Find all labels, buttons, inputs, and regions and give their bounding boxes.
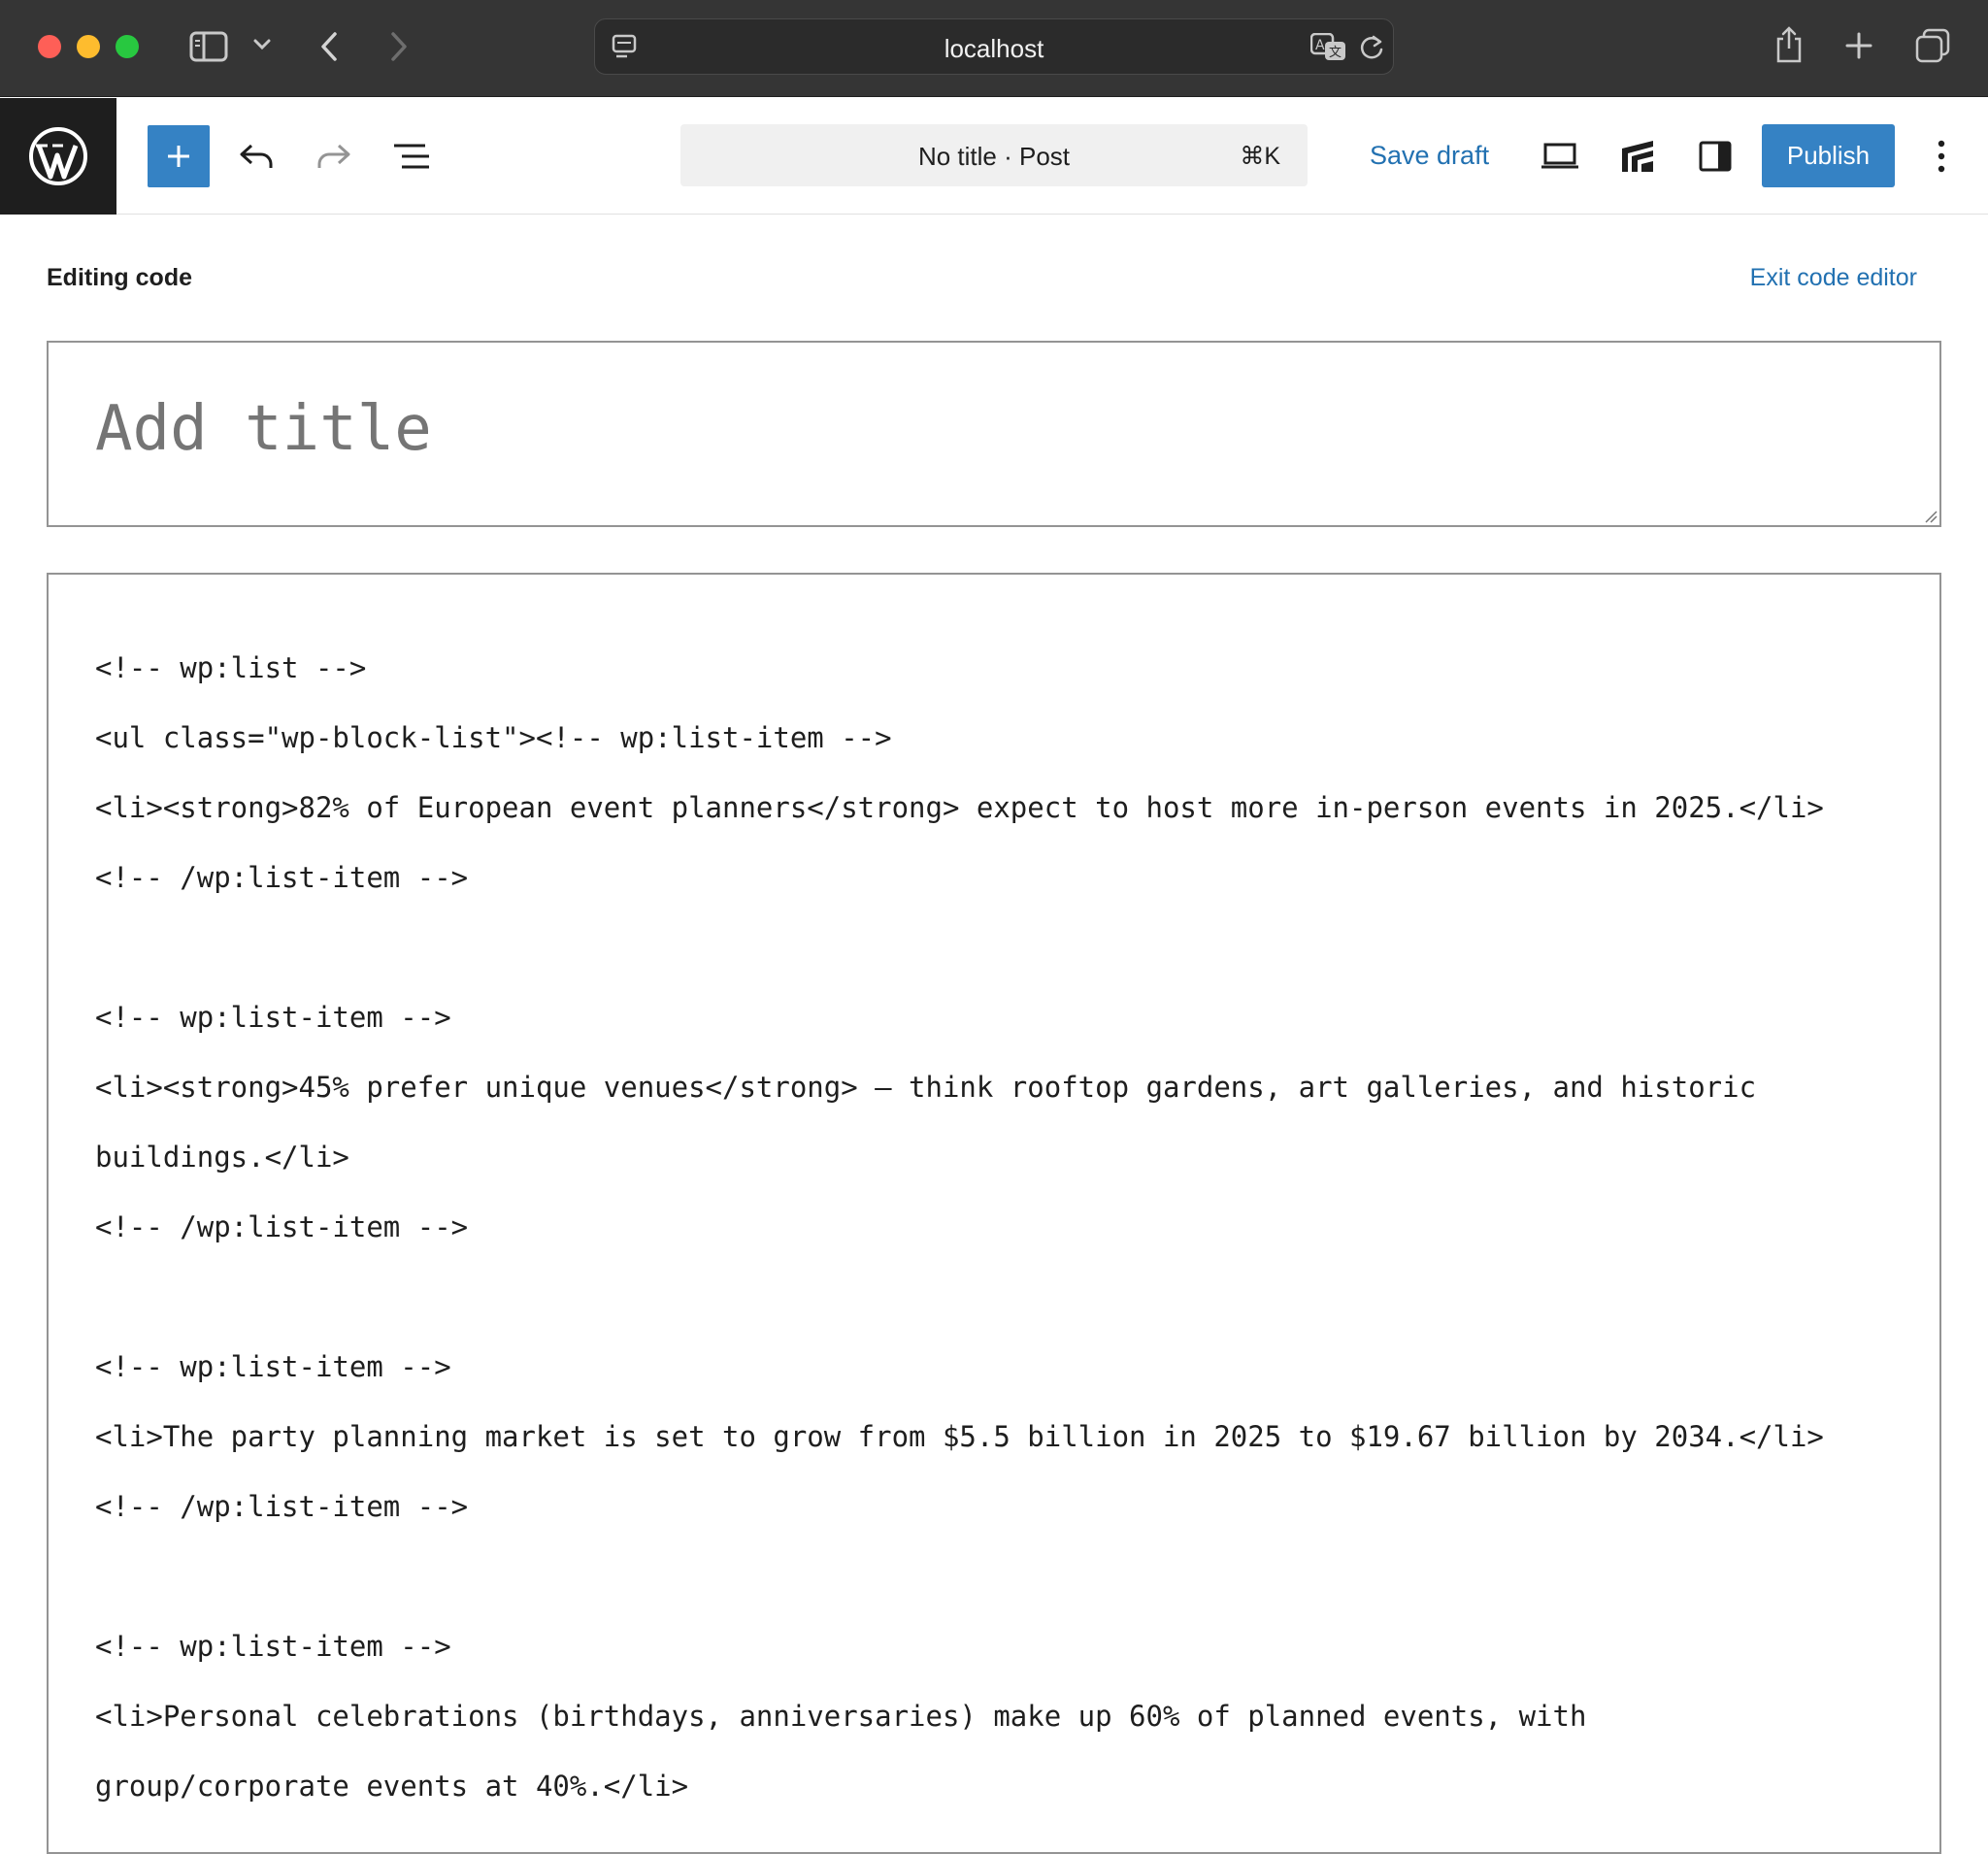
new-tab-icon[interactable] bbox=[1842, 29, 1875, 62]
code-line: <li><strong>82% of European event planne… bbox=[95, 791, 1824, 824]
svg-text:A: A bbox=[1315, 38, 1325, 53]
add-block-button[interactable] bbox=[148, 125, 210, 187]
code-line: <li>Personal celebrations (birthdays, an… bbox=[95, 1700, 1587, 1733]
save-draft-button[interactable]: Save draft bbox=[1370, 141, 1489, 171]
plugin-icon bbox=[1622, 141, 1653, 172]
preview-icon bbox=[1541, 143, 1578, 169]
resize-grip-icon[interactable] bbox=[1924, 510, 1938, 523]
editor-toolbar: No title · Post ⌘K Save draft Publish bbox=[0, 98, 1988, 215]
code-line: <!-- wp:list --> bbox=[95, 651, 367, 684]
forward-arrow-icon[interactable] bbox=[382, 27, 415, 66]
minimize-window-button[interactable] bbox=[77, 35, 100, 58]
code-line: <li><strong>45% prefer unique venues</st… bbox=[95, 1071, 1757, 1104]
code-line: <!-- /wp:list-item --> bbox=[95, 1490, 469, 1523]
settings-sidebar-icon bbox=[1699, 141, 1732, 172]
code-line: <li>The party planning market is set to … bbox=[95, 1420, 1824, 1453]
close-window-button[interactable] bbox=[38, 35, 61, 58]
code-line: buildings.</li> bbox=[95, 1141, 349, 1174]
options-menu-button[interactable] bbox=[1910, 125, 1972, 187]
code-line: group/corporate events at 40%.</li> bbox=[95, 1770, 689, 1803]
settings-sidebar-button[interactable] bbox=[1684, 125, 1746, 187]
zoom-window-button[interactable] bbox=[116, 35, 139, 58]
code-line: <!-- /wp:list-item --> bbox=[95, 861, 469, 894]
redo-button[interactable] bbox=[303, 125, 365, 187]
preview-button[interactable] bbox=[1529, 125, 1591, 187]
code-line: <!-- /wp:list-item --> bbox=[95, 1210, 469, 1243]
svg-text:文: 文 bbox=[1329, 46, 1342, 60]
document-overview-icon bbox=[394, 144, 429, 169]
title-placeholder: Add title bbox=[95, 393, 432, 465]
wordpress-logo-icon[interactable] bbox=[0, 98, 116, 215]
chevron-down-icon[interactable] bbox=[250, 33, 274, 56]
code-line: <!-- wp:list-item --> bbox=[95, 1001, 451, 1034]
code-content: <!-- wp:list --> <ul class="wp-block-lis… bbox=[95, 633, 1824, 1821]
editing-code-label: Editing code bbox=[47, 264, 192, 291]
translate-icon[interactable]: A文 bbox=[1309, 32, 1348, 63]
exit-code-editor-button[interactable]: Exit code editor bbox=[1750, 264, 1917, 292]
back-arrow-icon[interactable] bbox=[313, 27, 346, 66]
command-palette-button[interactable]: No title · Post ⌘K bbox=[680, 124, 1308, 186]
undo-button[interactable] bbox=[225, 125, 287, 187]
plugin-button[interactable] bbox=[1607, 125, 1669, 187]
undo-icon bbox=[240, 144, 273, 168]
browser-toolbar: localhost A文 bbox=[0, 0, 1988, 97]
tab-overview-icon[interactable] bbox=[1914, 27, 1951, 64]
publish-button[interactable]: Publish bbox=[1762, 124, 1895, 187]
reload-icon[interactable] bbox=[1356, 32, 1387, 63]
code-line: <!-- wp:list-item --> bbox=[95, 1630, 451, 1663]
share-icon[interactable] bbox=[1773, 23, 1806, 66]
post-content-textarea[interactable]: <!-- wp:list --> <ul class="wp-block-lis… bbox=[47, 573, 1941, 1854]
url-text: localhost bbox=[944, 34, 1044, 63]
code-line: <ul class="wp-block-list"><!-- wp:list-i… bbox=[95, 721, 892, 754]
document-title: No title · Post bbox=[917, 142, 1071, 171]
post-title-textarea[interactable]: Add title bbox=[47, 341, 1941, 527]
code-line: <!-- wp:list-item --> bbox=[95, 1350, 451, 1383]
add-block-icon bbox=[168, 146, 189, 167]
keyboard-shortcut: ⌘K bbox=[1240, 143, 1280, 170]
address-bar[interactable]: localhost A文 bbox=[594, 18, 1394, 75]
sidebar-toggle-icon[interactable] bbox=[186, 27, 231, 66]
redo-icon bbox=[317, 144, 350, 168]
document-overview-button[interactable] bbox=[381, 125, 443, 187]
options-menu-icon bbox=[1938, 140, 1945, 173]
